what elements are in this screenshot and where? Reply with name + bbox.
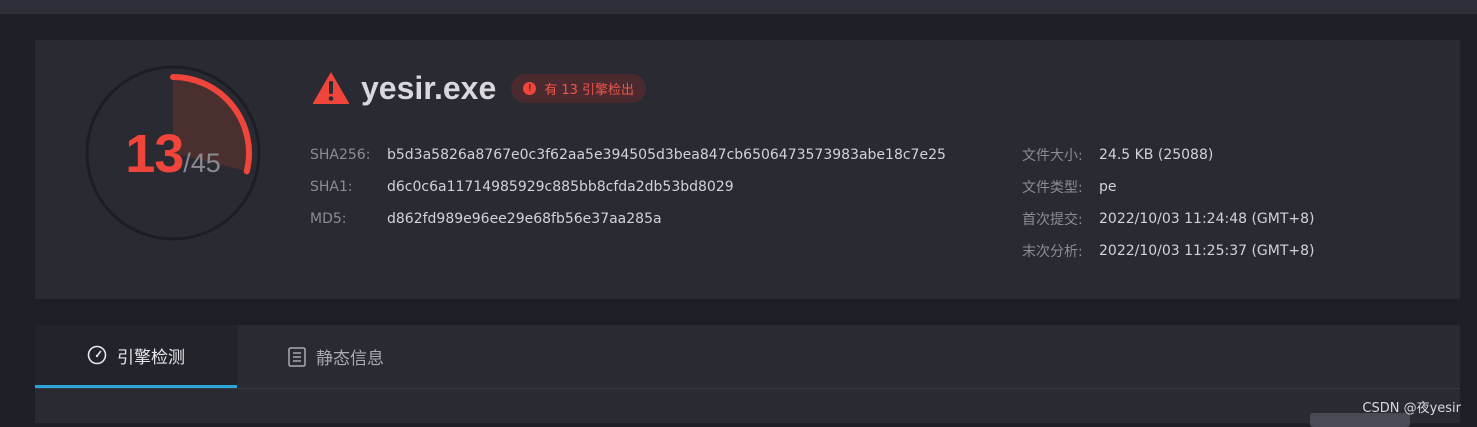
file-title-row: yesir.exe ! 有 13 引擎检出 — [312, 68, 647, 108]
meta-row-size: 文件大小: 24.5 KB (25088) — [1022, 139, 1315, 171]
tabs-card: 引擎检测 静态信息 — [35, 325, 1460, 423]
meta-row-first-submit: 首次提交: 2022/10/03 11:24:48 (GMT+8) — [1022, 203, 1315, 235]
tab-engine-detection[interactable]: 引擎检测 — [35, 325, 237, 388]
hash-list: SHA256: b5d3a5826a8767e0c3f62aa5e394505d… — [310, 139, 946, 235]
hash-label: MD5: — [310, 211, 347, 227]
hash-value[interactable]: d6c0c6a11714985929c885bb8cfda2db53bd8029 — [387, 179, 734, 195]
detected-count: 13 — [125, 124, 184, 184]
hash-row-md5: MD5: d862fd989e96ee29e68fb56e37aa285a — [310, 203, 946, 235]
hash-value[interactable]: b5d3a5826a8767e0c3f62aa5e394505d3bea847c… — [387, 147, 946, 163]
score-text: 13/45 — [84, 64, 262, 242]
document-list-icon — [288, 346, 306, 367]
meta-label: 首次提交: — [1022, 212, 1083, 228]
top-bar — [0, 0, 1477, 14]
warning-triangle-icon — [312, 72, 350, 104]
tab-static-info[interactable]: 静态信息 — [288, 325, 384, 388]
detection-score-gauge: 13/45 — [84, 64, 262, 242]
meta-label: 文件大小: — [1022, 148, 1083, 164]
detection-badge: ! 有 13 引擎检出 — [511, 73, 647, 103]
hash-label: SHA1: — [310, 179, 353, 195]
tab-bar: 引擎检测 静态信息 — [35, 325, 1460, 389]
file-summary-card: 13/45 yesir.exe ! 有 13 引擎检出 SHA256: b5d3… — [35, 40, 1460, 299]
hash-row-sha256: SHA256: b5d3a5826a8767e0c3f62aa5e394505d… — [310, 139, 946, 171]
tab-label: 引擎检测 — [117, 347, 185, 368]
meta-label: 文件类型: — [1022, 180, 1083, 196]
hash-label: SHA256: — [310, 147, 371, 163]
meta-row-type: 文件类型: pe — [1022, 171, 1315, 203]
meta-value: 2022/10/03 11:25:37 (GMT+8) — [1099, 243, 1315, 259]
detection-badge-text: 有 13 引擎检出 — [544, 82, 635, 98]
hash-row-sha1: SHA1: d6c0c6a11714985929c885bb8cfda2db53… — [310, 171, 946, 203]
meta-value: pe — [1099, 179, 1117, 195]
hash-value[interactable]: d862fd989e96ee29e68fb56e37aa285a — [387, 211, 662, 227]
meta-value: 2022/10/03 11:24:48 (GMT+8) — [1099, 211, 1315, 227]
meta-label: 末次分析: — [1022, 244, 1083, 260]
file-name: yesir.exe — [361, 69, 497, 106]
watermark: CSDN @夜yesir — [1362, 401, 1461, 416]
meta-row-last-analysis: 末次分析: 2022/10/03 11:25:37 (GMT+8) — [1022, 235, 1315, 267]
total-engines: /45 — [183, 147, 221, 178]
alert-circle-icon: ! — [523, 81, 537, 95]
tab-label: 静态信息 — [316, 349, 384, 369]
file-meta-list: 文件大小: 24.5 KB (25088) 文件类型: pe 首次提交: 202… — [1022, 139, 1315, 267]
meta-value: 24.5 KB (25088) — [1099, 147, 1214, 163]
gauge-icon — [87, 345, 107, 365]
